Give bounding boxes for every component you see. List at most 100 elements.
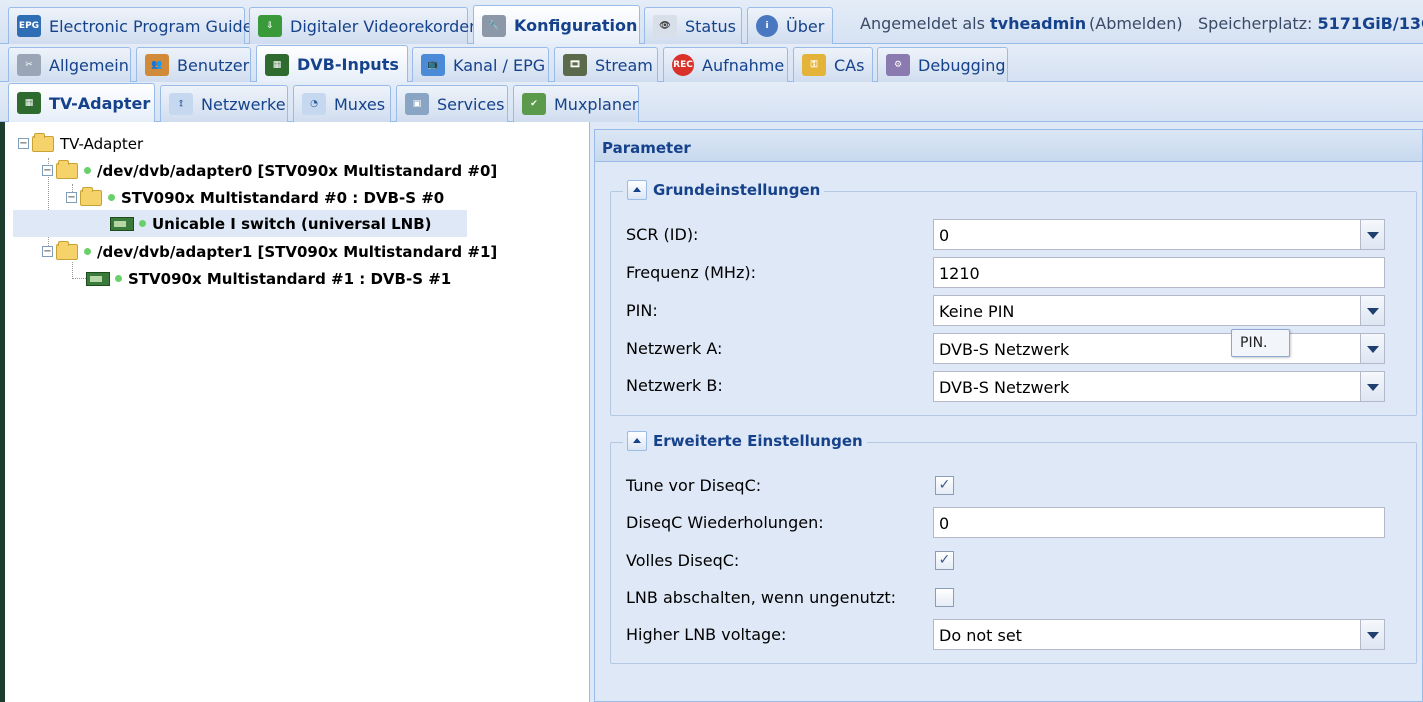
tab-epg[interactable]: EPG Electronic Program Guide (8, 7, 253, 44)
tab-label: Stream (595, 55, 653, 75)
pin-combo[interactable]: Keine PIN (933, 295, 1385, 326)
tab-muxes[interactable]: ◔ Muxes (293, 85, 391, 122)
voltage-label: Higher LNB voltage: (626, 625, 787, 644)
legend-label: Grundeinstellungen (653, 181, 821, 199)
collapse-icon[interactable]: − (42, 246, 53, 257)
tab-ueber[interactable]: i Über (747, 7, 833, 44)
basic-settings-legend: Grundeinstellungen (623, 180, 825, 200)
pin-value: Keine PIN (939, 302, 1015, 321)
tuner-card-icon: ▦ (265, 53, 289, 76)
lnb-off-checkbox[interactable] (935, 588, 954, 607)
collapse-icon[interactable] (627, 180, 647, 200)
tab-cas[interactable]: ⚿ CAs (793, 47, 873, 82)
tree-node-label: /dev/dvb/adapter0 [STV090x Multistandard… (97, 161, 498, 180)
tab-label: Über (786, 16, 825, 36)
gears-icon: ⚙ (886, 54, 910, 76)
tab-status[interactable]: 👁 Status (644, 7, 742, 44)
tab-label: CAs (834, 55, 865, 75)
tab-label: Kanal / EPG (453, 55, 546, 75)
chevron-down-icon[interactable] (1360, 220, 1384, 249)
scr-combo[interactable]: 0 (933, 219, 1385, 250)
tab-dvr[interactable]: ⇩ Digitaler Videorekorder (249, 7, 476, 44)
folder-icon (56, 159, 78, 179)
tab-label: Muxes (334, 94, 386, 114)
tab-benutzer[interactable]: 👥 Benutzer (136, 47, 251, 82)
tab-label: DVB-Inputs (297, 55, 399, 74)
tree-frontend0[interactable]: − STV090x Multistandard #0 : DVB-S #0 (66, 184, 444, 211)
repeat-value: 0 (939, 514, 950, 533)
tab-muxplaner[interactable]: ✔ Muxplaner (513, 85, 639, 122)
tab-label: Status (685, 16, 736, 36)
network-a-combo[interactable]: DVB-S Netzwerk (933, 333, 1385, 364)
collapse-icon[interactable] (627, 431, 647, 451)
status-dot-icon (115, 275, 122, 282)
repeat-input[interactable]: 0 (933, 507, 1385, 538)
chevron-down-icon[interactable] (1360, 334, 1384, 363)
eye-icon: 👁 (653, 15, 677, 37)
tab-dvb-inputs[interactable]: ▦ DVB-Inputs (256, 45, 408, 83)
tab-debugging[interactable]: ⚙ Debugging (877, 47, 1008, 82)
tab-label: Services (437, 94, 505, 114)
tools-icon: ✂ (17, 54, 41, 76)
folder-icon (32, 132, 54, 152)
tree-node-label: STV090x Multistandard #1 : DVB-S #1 (128, 269, 452, 288)
tab-aufnahme[interactable]: REC Aufnahme (663, 47, 788, 82)
tree-adapter0[interactable]: − /dev/dvb/adapter0 [STV090x Multistanda… (42, 157, 497, 184)
tab-label: Allgemein (49, 55, 129, 75)
dvr-download-icon: ⇩ (258, 15, 282, 37)
storage-info: Speicherplatz: 5171GiB/13Gi (1198, 14, 1423, 33)
tune-checkbox[interactable]: ✓ (935, 476, 954, 495)
tuner-card-icon (86, 271, 110, 286)
chevron-down-icon[interactable] (1360, 372, 1384, 401)
chevron-down-icon[interactable] (1360, 620, 1384, 649)
status-dot-icon (84, 167, 91, 174)
tab-netzwerke[interactable]: ⟟ Netzwerke (160, 85, 288, 122)
tab-label: Muxplaner (554, 94, 639, 114)
tab-label: TV-Adapter (49, 93, 151, 113)
dvb-tab-bar: ▦ TV-Adapter ⟟ Netzwerke ◔ Muxes ▣ Servi… (0, 82, 1423, 122)
tab-tv-adapter[interactable]: ▦ TV-Adapter (8, 83, 155, 122)
tree-frontend1[interactable]: STV090x Multistandard #1 : DVB-S #1 (86, 265, 451, 292)
tab-label: Konfiguration (514, 16, 638, 35)
tree-adapter1[interactable]: − /dev/dvb/adapter1 [STV090x Multistanda… (42, 238, 497, 265)
main-tab-bar: EPG Electronic Program Guide ⇩ Digitaler… (0, 0, 1423, 45)
lnb-off-label: LNB abschalten, wenn ungenutzt: (626, 588, 897, 607)
collapse-icon[interactable]: − (18, 138, 29, 149)
network-b-combo[interactable]: DVB-S Netzwerk (933, 371, 1385, 402)
tab-label: Digitaler Videorekorder (290, 16, 476, 36)
scr-label: SCR (ID): (626, 225, 699, 244)
scr-value: 0 (939, 226, 950, 245)
network-b-value: DVB-S Netzwerk (939, 378, 1070, 397)
collapse-icon[interactable]: − (66, 192, 77, 203)
tab-kanal-epg[interactable]: 📺 Kanal / EPG (412, 47, 549, 82)
voltage-combo[interactable]: Do not set (933, 619, 1385, 650)
tab-services[interactable]: ▣ Services (396, 85, 508, 122)
info-icon: i (756, 15, 778, 37)
users-icon: 👥 (145, 54, 169, 76)
config-tab-bar: ✂ Allgemein 👥 Benutzer ▦ DVB-Inputs 📺 Ka… (0, 44, 1423, 83)
wrench-icon: 🔧 (482, 14, 506, 37)
network-a-value: DVB-S Netzwerk (939, 340, 1070, 359)
freq-value: 1210 (939, 264, 980, 283)
tv-icon: 📺 (421, 54, 445, 76)
freq-input[interactable]: 1210 (933, 257, 1385, 288)
logout-link[interactable]: (Abmelden) (1089, 14, 1183, 33)
tree-lnb0[interactable]: Unicable I switch (universal LNB) (13, 210, 467, 237)
tab-allgemein[interactable]: ✂ Allgemein (8, 47, 131, 82)
full-diseqc-label: Volles DiseqC: (626, 551, 740, 570)
tab-label: Debugging (918, 55, 1006, 75)
epg-icon: EPG (17, 15, 41, 37)
repeat-label: DiseqC Wiederholungen: (626, 513, 824, 532)
legend-label: Erweiterte Einstellungen (653, 432, 863, 450)
full-diseqc-checkbox[interactable]: ✓ (935, 551, 954, 570)
status-dot-icon (139, 220, 146, 227)
tree-root[interactable]: − TV-Adapter (18, 130, 143, 157)
tune-label: Tune vor DiseqC: (626, 476, 762, 495)
pin-label: PIN: (626, 301, 658, 320)
tab-konfiguration[interactable]: 🔧 Konfiguration (473, 5, 640, 45)
chevron-down-icon[interactable] (1360, 296, 1384, 325)
tab-stream[interactable]: 🎞 Stream (554, 47, 658, 82)
collapse-icon[interactable]: − (42, 165, 53, 176)
logged-in-text: Angemeldet als tvheadmin (860, 14, 1087, 33)
tuner-card-icon: ▦ (17, 92, 41, 114)
